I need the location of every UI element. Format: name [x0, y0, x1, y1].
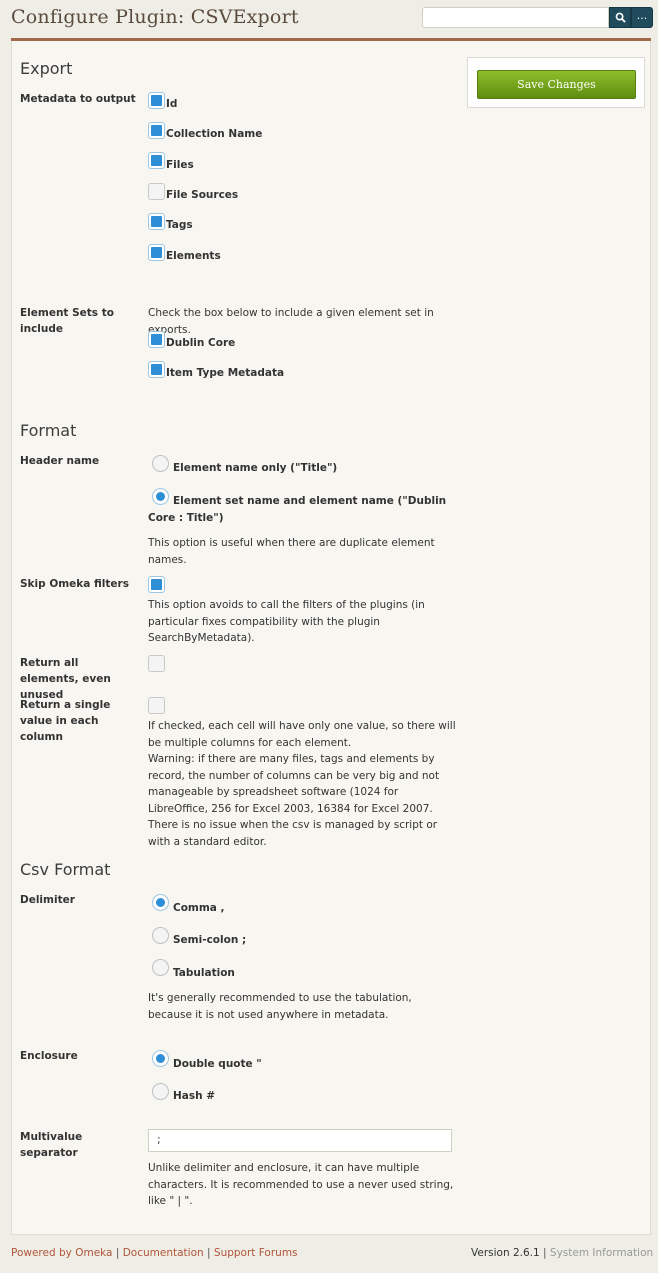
checkbox-collection-name[interactable] [148, 122, 165, 139]
system-information-link[interactable]: System Information [550, 1247, 653, 1259]
radio-enclosure-double-quote[interactable] [152, 1050, 169, 1067]
search-button[interactable] [609, 7, 631, 28]
checkbox-id[interactable] [148, 92, 165, 109]
search-input[interactable] [422, 7, 609, 28]
checkbox-dublin-core-label: Dublin Core [166, 337, 236, 349]
radio-element-name-only-label: Element name only ("Title") [173, 462, 338, 474]
checkbox-elements[interactable] [148, 244, 165, 261]
checkbox-item-type-metadata-label: Item Type Metadata [166, 367, 285, 379]
documentation-link[interactable]: Documentation [123, 1247, 204, 1259]
version-text: Version 2.6.1 [471, 1247, 540, 1259]
checkbox-file-sources[interactable] [148, 183, 165, 200]
checkbox-collection-name-label: Collection Name [166, 128, 263, 140]
radio-enclosure-hash[interactable] [152, 1083, 169, 1100]
radio-enclosure-double-quote-label: Double quote " [173, 1058, 262, 1070]
radio-delimiter-semicolon-label: Semi-colon ; [173, 934, 247, 946]
checkbox-dublin-core[interactable] [148, 331, 165, 348]
footer-separator: | [115, 1247, 120, 1259]
footer-separator: | [543, 1247, 547, 1259]
section-title-csv-format: Csv Format [20, 860, 111, 879]
checkbox-return-all-elements[interactable] [148, 655, 165, 672]
metadata-to-output-label: Metadata to output [20, 93, 136, 105]
powered-by-omeka-link[interactable]: Powered by Omeka [11, 1247, 112, 1259]
header-name-label: Header name [20, 455, 100, 467]
element-sets-description: Check the box below to include a given e… [148, 307, 434, 336]
multivalue-separator-description: Unlike delimiter and enclosure, it can h… [148, 1162, 454, 1208]
radio-element-set-and-name-label: Element set name and element name ("Dubl… [148, 495, 447, 524]
footer-version-info: Version 2.6.1 | System Information [471, 1247, 653, 1259]
header-name-description: This option is useful when there are dup… [148, 537, 435, 566]
delimiter-label: Delimiter [20, 894, 75, 906]
radio-delimiter-semicolon[interactable] [152, 927, 169, 944]
footer-links: Powered by Omeka | Documentation | Suppo… [11, 1247, 298, 1259]
support-forums-link[interactable]: Support Forums [214, 1247, 298, 1259]
advanced-search-button[interactable]: ... [631, 7, 653, 28]
enclosure-label: Enclosure [20, 1050, 78, 1062]
delimiter-description: It's generally recommended to use the ta… [148, 992, 412, 1021]
footer: Powered by Omeka | Documentation | Suppo… [0, 1236, 658, 1273]
footer-separator: | [207, 1247, 211, 1259]
radio-element-name-only[interactable] [152, 455, 169, 472]
radio-enclosure-hash-label: Hash # [173, 1090, 216, 1102]
checkbox-file-sources-label: File Sources [166, 189, 239, 201]
section-title-export: Export [20, 59, 73, 78]
page-title: Configure Plugin: CSVExport [11, 6, 299, 28]
multivalue-separator-label: Multivalue separator [20, 1131, 83, 1159]
plugin-config-form: Save Changes Export Metadata to output I… [11, 41, 651, 1235]
checkbox-item-type-metadata[interactable] [148, 361, 165, 378]
save-changes-button[interactable]: Save Changes [477, 70, 636, 99]
checkbox-files[interactable] [148, 152, 165, 169]
return-all-elements-label: Return all elements, even unused [20, 657, 111, 701]
element-sets-label: Element Sets to include [20, 307, 114, 335]
skip-filters-description: This option avoids to call the filters o… [148, 599, 425, 645]
checkbox-tags-label: Tags [166, 219, 193, 231]
search-icon [615, 12, 626, 23]
checkbox-skip-omeka-filters[interactable] [148, 576, 165, 593]
checkbox-files-label: Files [166, 159, 194, 171]
save-panel: Save Changes [467, 57, 645, 108]
checkbox-single-value[interactable] [148, 697, 165, 714]
single-value-warning: Warning: if there are many files, tags a… [148, 753, 440, 848]
radio-delimiter-comma[interactable] [152, 894, 169, 911]
radio-delimiter-comma-label: Comma , [173, 902, 225, 914]
header: Configure Plugin: CSVExport ... [0, 0, 658, 38]
skip-filters-label: Skip Omeka filters [20, 578, 129, 590]
radio-delimiter-tabulation-label: Tabulation [173, 967, 235, 979]
radio-delimiter-tabulation[interactable] [152, 959, 169, 976]
checkbox-tags[interactable] [148, 213, 165, 230]
single-value-label: Return a single value in each column [20, 699, 111, 743]
multivalue-separator-input[interactable]: ; [148, 1129, 452, 1152]
single-value-description: If checked, each cell will have only one… [148, 720, 456, 749]
checkbox-id-label: Id [166, 98, 178, 110]
section-title-format: Format [20, 421, 77, 440]
checkbox-elements-label: Elements [166, 250, 221, 262]
